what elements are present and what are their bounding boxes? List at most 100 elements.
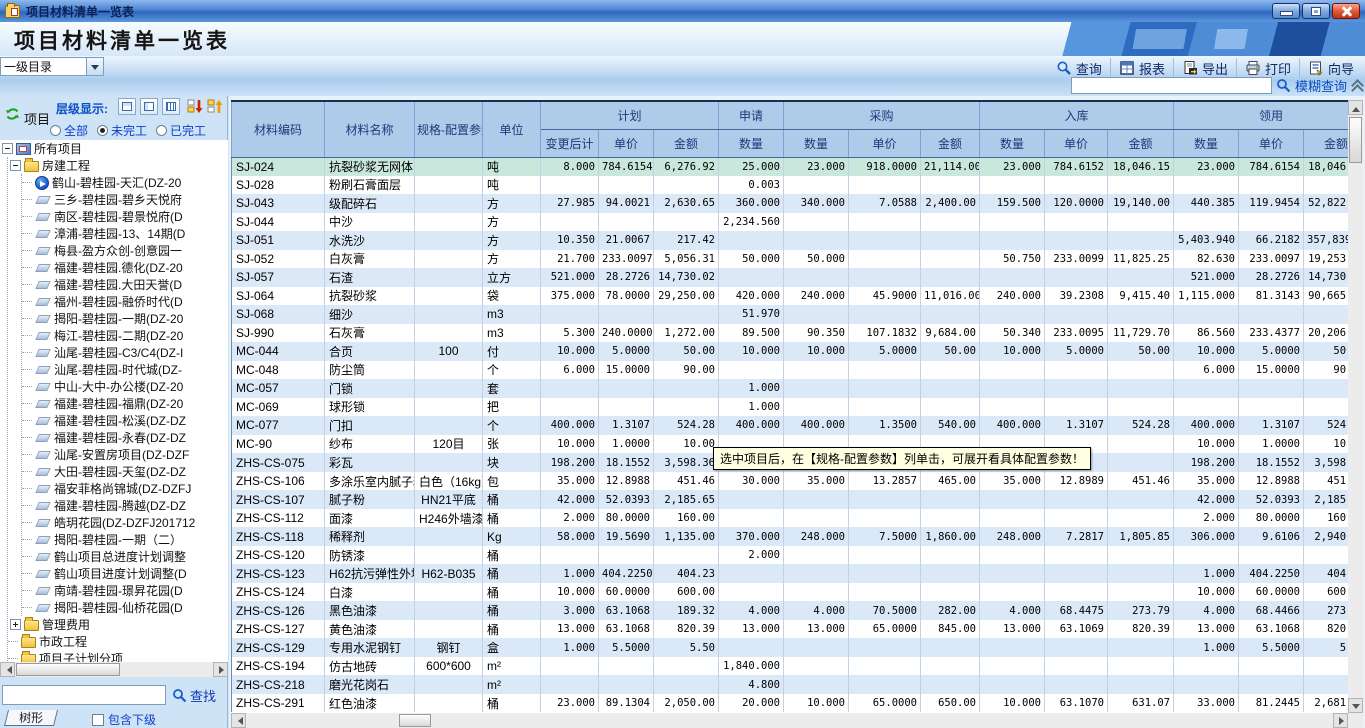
tree-item[interactable]: 揭阳-碧桂园-仙桥花园(D (22, 599, 228, 616)
tree-item[interactable]: 梅江-碧桂园-二期(DZ-20 (22, 327, 228, 344)
table-row[interactable]: ZHS-CS-124白漆桶10.00060.0000600.0010.00060… (232, 583, 1349, 602)
tree-item[interactable]: 福建-碧桂园.德化(DZ-20 (22, 259, 228, 276)
radio-all[interactable]: 全部 (50, 122, 88, 139)
scroll-left-icon[interactable] (231, 713, 246, 728)
scrollbar-thumb[interactable] (16, 663, 120, 676)
table-row[interactable]: MC-044合页100付10.0005.000050.0010.00010.00… (232, 342, 1349, 361)
tree-item[interactable]: 三乡-碧桂园-碧乡天悦府 (22, 191, 228, 208)
tree-item[interactable]: 中山-大中-办公楼(DZ-20 (22, 378, 228, 395)
tree-item[interactable]: 福建-碧桂园-腾越(DZ-DZ (22, 497, 228, 514)
group-header[interactable]: 领用 (1174, 101, 1349, 129)
tree-item[interactable]: 皓玥花园(DZ-DZFJ201712 (22, 514, 228, 531)
tree-item[interactable]: 福建-碧桂园.大田天誉(D (22, 276, 228, 293)
table-row[interactable]: SJ-028粉刷石膏面层吨0.003 (232, 176, 1349, 195)
tree-item[interactable]: 汕尾-碧桂园-C3/C4(DZ-I (22, 344, 228, 361)
tree-item[interactable]: 揭阳-碧桂园-一期(DZ-20 (22, 310, 228, 327)
tree-item[interactable]: 揭阳-碧桂园-一期（二） (22, 531, 228, 548)
scroll-down-icon[interactable] (1348, 698, 1363, 713)
table-row[interactable]: ZHS-CS-106多涂乐室内腻子粉白色（16kg）包35.00012.8988… (232, 472, 1349, 491)
tree-item[interactable]: 鹤山项目进度计划调整(D (22, 565, 228, 582)
tree-item[interactable]: 汕尾-碧桂园-时代城(DZ- (22, 361, 228, 378)
sub-column-header[interactable]: 数量 (719, 129, 784, 157)
sub-column-header[interactable]: 单价 (1045, 129, 1108, 157)
column-header[interactable]: 材料编码 (232, 101, 325, 157)
print-button[interactable]: 打印 (1236, 58, 1299, 78)
collapse-box-icon[interactable] (2, 143, 13, 154)
group-header[interactable]: 采购 (784, 101, 980, 129)
view-mode-detail-button[interactable] (118, 98, 136, 115)
table-row[interactable]: ZHS-CS-123H62抗污弹性外墙漆H62-B035桶1.000404.22… (232, 564, 1349, 583)
table-row[interactable]: ZHS-CS-120防锈漆桶2.000 (232, 546, 1349, 565)
tree-item[interactable]: 福建-碧桂园-福鼎(DZ-20 (22, 395, 228, 412)
collapse-box-icon[interactable] (10, 160, 21, 171)
fuzzy-search-input[interactable] (1071, 77, 1272, 94)
column-header[interactable]: 规格-配置参数 (415, 101, 483, 157)
sub-column-header[interactable]: 单价 (599, 129, 654, 157)
include-sub-checkbox[interactable]: 包含下级 (92, 711, 156, 728)
refresh-icon[interactable] (5, 106, 20, 122)
radio-finished[interactable]: 已完工 (156, 122, 206, 139)
chevron-down-icon[interactable] (86, 58, 103, 75)
sub-column-header[interactable]: 单价 (849, 129, 921, 157)
sub-column-header[interactable]: 金额 (921, 129, 980, 157)
tree-horizontal-scrollbar[interactable] (0, 662, 228, 677)
sort-descending-icon[interactable] (187, 98, 204, 115)
export-button[interactable]: 导出 (1173, 58, 1236, 78)
tree-item[interactable]: 福安菲格尚锦城(DZ-DZFJ (22, 480, 228, 497)
wizard-button[interactable]: 向导 (1299, 58, 1362, 78)
table-row[interactable]: MC-048防尘筒个6.00015.000090.006.00015.00009… (232, 361, 1349, 380)
group-header[interactable]: 申请 (719, 101, 784, 129)
table-row[interactable]: ZHS-CS-112面漆H246外墙漆桶2.00080.0000160.002.… (232, 509, 1349, 528)
table-row[interactable]: SJ-052白灰膏方21.700233.00975,056.3150.00050… (232, 250, 1349, 269)
table-row[interactable]: MC-077门扣个400.0001.3107524.28400.000400.0… (232, 416, 1349, 435)
tree-item[interactable]: 汕尾-安置房项目(DZ-DZF (22, 446, 228, 463)
scroll-right-icon[interactable] (213, 662, 228, 677)
query-button[interactable]: 查询 (1048, 58, 1110, 78)
view-mode-list-button[interactable] (140, 98, 158, 115)
table-row[interactable]: SJ-044中沙方2,234.560 (232, 213, 1349, 232)
sub-column-header[interactable]: 数量 (784, 129, 849, 157)
tree-item[interactable]: 南区-碧桂园-碧景悦府(D (22, 208, 228, 225)
tree-item[interactable]: 福州-碧桂园-融侨时代(D (22, 293, 228, 310)
table-row[interactable]: ZHS-CS-218磨光花岗石m²4.800 (232, 675, 1349, 694)
directory-dropdown[interactable]: 一级目录 (0, 57, 104, 76)
scroll-right-icon[interactable] (1333, 713, 1348, 728)
sub-column-header[interactable]: 单价 (1239, 129, 1304, 157)
table-row[interactable]: SJ-043级配碎石方27.98594.00212,630.65360.0003… (232, 194, 1349, 213)
table-row[interactable]: MC-069球形锁把1.000 (232, 398, 1349, 417)
scroll-up-icon[interactable] (1348, 100, 1363, 115)
sub-column-header[interactable]: 金额 (654, 129, 719, 157)
table-row[interactable]: ZHS-CS-291红色油漆桶23.00089.13042,050.0020.0… (232, 694, 1349, 713)
table-row[interactable]: ZHS-CS-129专用水泥钢钉钢钉盒1.0005.50005.501.0005… (232, 638, 1349, 657)
view-mode-grid-button[interactable] (162, 98, 180, 115)
table-row[interactable]: ZHS-CS-107腻子粉HN21平底桶42.00052.03932,185.6… (232, 490, 1349, 509)
scrollbar-thumb[interactable] (399, 714, 431, 727)
tree-item[interactable]: 管理费用 (8, 616, 228, 633)
column-header[interactable]: 单位 (483, 101, 541, 157)
scroll-left-icon[interactable] (0, 662, 15, 677)
table-row[interactable]: MC-057门锁套1.000 (232, 379, 1349, 398)
tree-item[interactable]: 鹤山-碧桂园-天汇(DZ-20 (22, 174, 228, 191)
tree-item[interactable]: 鹤山项目总进度计划调整 (22, 548, 228, 565)
table-row[interactable]: ZHS-CS-126黑色油漆桶3.00063.1068189.324.0004.… (232, 601, 1349, 620)
sort-ascending-icon[interactable] (207, 98, 224, 115)
group-header[interactable]: 计划 (541, 101, 719, 129)
tree-item[interactable]: 漳浦-碧桂园-13、14期(D (22, 225, 228, 242)
report-button[interactable]: 报表 (1110, 58, 1173, 78)
tree-item[interactable]: 南靖-碧桂园-璟昇花园(D (22, 582, 228, 599)
find-label[interactable]: 查找 (190, 686, 216, 705)
sub-column-header[interactable]: 金额 (1108, 129, 1174, 157)
tree-item[interactable]: 福建-碧桂园-永春(DZ-DZ (22, 429, 228, 446)
sub-column-header[interactable]: 数量 (1174, 129, 1239, 157)
tree-item[interactable]: 项目子计划分项 (8, 650, 228, 662)
table-row[interactable]: SJ-051水洗沙方10.35021.0067217.425,403.94066… (232, 231, 1349, 250)
table-row[interactable]: ZHS-CS-127黄色油漆桶13.00063.1068820.3913.000… (232, 620, 1349, 639)
table-row[interactable]: SJ-057石渣立方521.00028.272614,730.02521.000… (232, 268, 1349, 287)
expand-box-icon[interactable] (10, 619, 21, 630)
radio-unfinished[interactable]: 未完工 (97, 122, 147, 139)
tree-item[interactable]: 大田-碧桂园-天玺(DZ-DZ (22, 463, 228, 480)
tree-item[interactable]: 福建-碧桂园-松溪(DZ-DZ (22, 412, 228, 429)
table-vertical-scrollbar[interactable] (1348, 100, 1363, 713)
fuzzy-search-icon[interactable] (1276, 78, 1291, 93)
close-button[interactable] (1332, 3, 1360, 19)
